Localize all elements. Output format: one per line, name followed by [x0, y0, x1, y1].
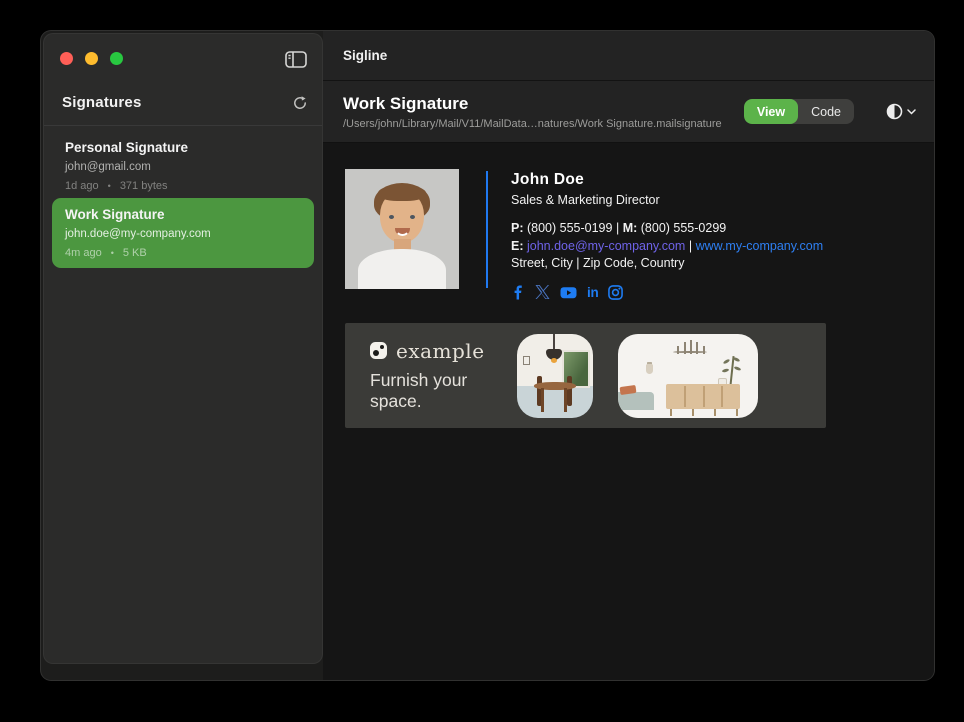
facebook-icon[interactable]	[511, 285, 525, 300]
main-titlebar: Sigline	[323, 31, 934, 81]
banner-tagline: Furnish your space.	[370, 370, 492, 414]
linkedin-icon[interactable]: in	[587, 285, 598, 300]
contrast-icon	[886, 103, 903, 120]
sidebar-toggle-icon[interactable]	[284, 49, 308, 69]
profile-photo	[345, 169, 459, 289]
signature-preview: John Doe Sales & Marketing Director P: (…	[323, 143, 934, 680]
file-path: /Users/john/Library/Mail/V11/MailData…na…	[343, 118, 744, 130]
view-tab[interactable]: View	[744, 99, 798, 124]
brand-row: example	[370, 339, 485, 363]
banner-image-dining[interactable]	[517, 334, 593, 418]
x-icon[interactable]	[535, 285, 550, 299]
email-link[interactable]: john.doe@my-company.com	[527, 239, 685, 253]
page-title: Work Signature	[343, 94, 744, 114]
signature-list-item-work[interactable]: Work Signature john.doe@my-company.com 4…	[52, 198, 314, 268]
youtube-icon[interactable]	[560, 285, 577, 300]
minimize-button[interactable]	[85, 52, 98, 65]
item-meta: 4m ago•5 KB	[65, 247, 301, 259]
window-controls	[60, 52, 123, 65]
item-title: Work Signature	[65, 207, 301, 222]
item-email: john@gmail.com	[65, 161, 301, 173]
signature-role: Sales & Marketing Director	[511, 193, 823, 207]
chevron-down-icon	[907, 109, 916, 115]
theme-menu-button[interactable]	[886, 103, 916, 120]
signature-list-item-personal[interactable]: Personal Signature john@gmail.com 1d ago…	[52, 131, 314, 201]
signature-divider-line	[486, 171, 488, 288]
signature-name: John Doe	[511, 171, 823, 189]
main-area: Sigline Work Signature /Users/john/Libra…	[323, 31, 934, 680]
instagram-icon[interactable]	[608, 285, 623, 300]
signature-contact: P: (800) 555-0199 | M: (800) 555-0299 E:…	[511, 220, 823, 273]
sidebar-divider	[44, 125, 322, 126]
brand-name: example	[396, 339, 485, 363]
website-link[interactable]: www.my-company.com	[696, 239, 824, 253]
brand-logo-icon	[370, 342, 387, 359]
promo-banner[interactable]: example Furnish your space.	[345, 323, 826, 428]
signature-header: Work Signature /Users/john/Library/Mail/…	[323, 81, 934, 143]
sidebar-heading: Signatures	[62, 94, 142, 111]
social-icons-row: in	[511, 285, 823, 300]
view-code-segmented-control: View Code	[744, 99, 854, 124]
email-line: E: john.doe@my-company.com | www.my-comp…	[511, 238, 823, 256]
code-tab[interactable]: Code	[798, 99, 854, 124]
app-window: Signatures Personal Signature john@gmail…	[40, 30, 935, 681]
item-email: john.doe@my-company.com	[65, 228, 301, 240]
sidebar: Signatures Personal Signature john@gmail…	[43, 33, 323, 664]
zoom-button[interactable]	[110, 52, 123, 65]
close-button[interactable]	[60, 52, 73, 65]
app-title: Sigline	[343, 48, 387, 63]
address-line: Street, City | Zip Code, Country	[511, 255, 823, 273]
item-title: Personal Signature	[65, 140, 301, 155]
banner-image-living[interactable]	[618, 334, 758, 418]
refresh-icon[interactable]	[292, 95, 308, 111]
phone-line: P: (800) 555-0199 | M: (800) 555-0299	[511, 220, 823, 238]
signature-card: John Doe Sales & Marketing Director P: (…	[345, 169, 934, 300]
item-meta: 1d ago•371 bytes	[65, 180, 301, 192]
